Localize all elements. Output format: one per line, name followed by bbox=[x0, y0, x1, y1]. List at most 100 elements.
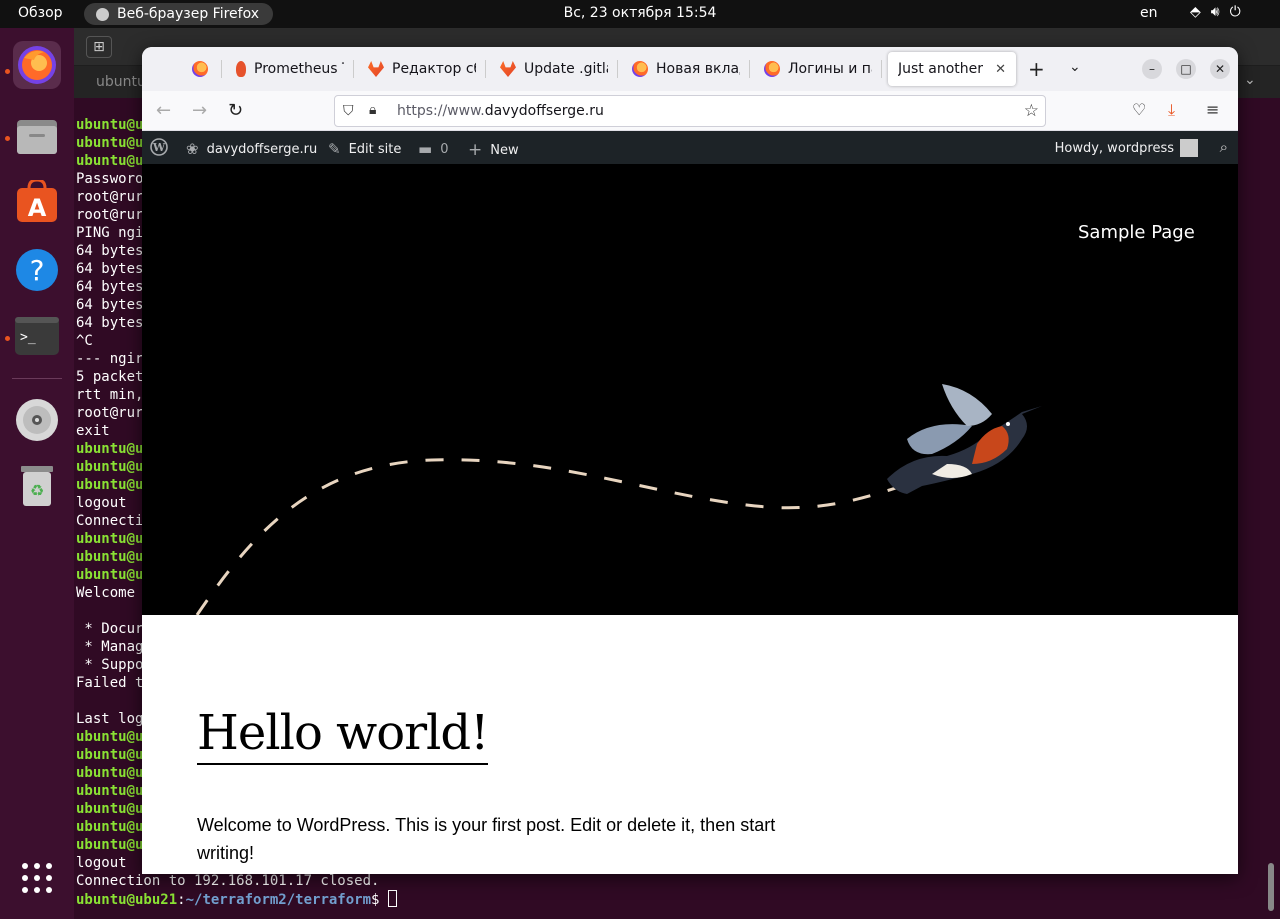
bird-icon bbox=[887, 384, 1042, 494]
wp-comments-count: 0 bbox=[440, 141, 449, 157]
svg-text:>_: >_ bbox=[20, 330, 36, 345]
pocket-icon[interactable]: ♡ bbox=[1132, 100, 1146, 119]
gitlab-favicon-icon bbox=[500, 61, 516, 77]
terminal-tab[interactable]: ubuntu bbox=[96, 74, 146, 90]
terminal-cursor bbox=[387, 890, 397, 907]
browser-tab[interactable]: Update .gitlal bbox=[490, 52, 618, 86]
tab-close-icon[interactable]: ✕ bbox=[995, 62, 1006, 77]
disc-icon bbox=[16, 399, 58, 441]
running-indicator bbox=[5, 136, 10, 141]
volume-icon: 🔊︎ bbox=[1210, 4, 1220, 20]
dock-help[interactable]: ? bbox=[13, 246, 61, 294]
hero-illustration bbox=[195, 384, 1042, 615]
files-icon bbox=[17, 120, 57, 154]
tab-title: Логины и пар bbox=[788, 61, 872, 77]
apps-grid-icon bbox=[22, 863, 52, 893]
wp-site-link[interactable]: ❀ davydoffserge.ru bbox=[186, 140, 317, 158]
search-icon[interactable]: ⌕ bbox=[1220, 138, 1228, 156]
prompt-path: ~/terraform2/terraform bbox=[185, 892, 372, 908]
tab-separator bbox=[749, 60, 750, 78]
back-button[interactable]: ← bbox=[156, 100, 171, 121]
minimize-button[interactable]: – bbox=[1142, 59, 1162, 79]
wp-edit-site[interactable]: ✎ Edit site bbox=[328, 140, 401, 158]
wordpress-icon: W bbox=[150, 138, 168, 156]
tab-title: Just another W bbox=[898, 61, 987, 77]
browser-tab[interactable]: Prometheus T bbox=[226, 52, 354, 86]
network-icon: ⬘ bbox=[1190, 4, 1201, 20]
dock-firefox[interactable] bbox=[13, 41, 61, 89]
browser-tab[interactable]: Редактор сбо bbox=[358, 52, 486, 86]
close-button[interactable]: ✕ bbox=[1210, 59, 1230, 79]
post-body: Welcome to WordPress. This is your first… bbox=[197, 815, 776, 863]
firefox-favicon-icon bbox=[764, 61, 780, 77]
svg-text:A: A bbox=[28, 194, 47, 222]
system-tray[interactable]: ⬘ 🔊︎ ⏻ bbox=[1190, 4, 1241, 20]
list-all-tabs-button[interactable]: ⌄ bbox=[1069, 59, 1081, 75]
firefox-favicon-icon bbox=[632, 61, 648, 77]
wp-logo-button[interactable]: W bbox=[150, 138, 168, 156]
wp-account-menu[interactable]: Howdy, wordpress bbox=[1055, 139, 1198, 157]
menu-icon[interactable]: ≡ bbox=[1206, 100, 1219, 119]
dock-files[interactable] bbox=[13, 112, 61, 160]
dock-software[interactable]: A bbox=[13, 178, 61, 226]
firefox-tabbar: Prometheus T Редактор сбо Update .gitlal Но… bbox=[142, 47, 1238, 91]
firefox-favicon-icon bbox=[192, 61, 208, 77]
bookmark-star-icon[interactable]: ☆ bbox=[1024, 101, 1039, 121]
svg-text:W: W bbox=[152, 141, 166, 154]
tab-separator bbox=[617, 60, 618, 78]
prompt-colon: : bbox=[177, 892, 186, 908]
lock-icon[interactable]: 🔒︎ bbox=[369, 102, 376, 118]
tracking-shield-icon[interactable]: ⛉ bbox=[343, 103, 354, 119]
post-title[interactable]: Hello world! bbox=[197, 703, 489, 765]
wp-site-name: davydoffserge.ru bbox=[206, 141, 318, 157]
gitlab-favicon-icon bbox=[368, 61, 384, 77]
dock-trash[interactable]: ♻ bbox=[13, 462, 61, 510]
browser-tab[interactable] bbox=[182, 52, 222, 86]
keyboard-layout[interactable]: en bbox=[1140, 5, 1158, 21]
dock-disc[interactable] bbox=[13, 396, 61, 444]
dock-separator bbox=[12, 378, 62, 379]
dock: A ? >_ ♻ bbox=[0, 28, 74, 919]
power-icon: ⏻ bbox=[1229, 4, 1241, 20]
prometheus-favicon-icon bbox=[236, 61, 246, 77]
tab-separator bbox=[353, 60, 354, 78]
prompt-user: ubuntu@ubu21 bbox=[76, 892, 178, 908]
firefox-icon bbox=[18, 46, 56, 84]
terminal-line: Connection to 192.168.101.17 closed. bbox=[76, 873, 380, 889]
site-header: Sample Page bbox=[142, 164, 1238, 615]
browser-tab[interactable]: Just another W ✕ bbox=[888, 52, 1016, 86]
url-text[interactable]: https://www.davydoffserge.ru bbox=[397, 103, 604, 119]
dock-show-apps[interactable] bbox=[13, 854, 61, 902]
dock-terminal[interactable]: >_ bbox=[13, 312, 61, 360]
tab-title: Новая вклад bbox=[656, 61, 740, 77]
forward-button[interactable]: → bbox=[192, 100, 207, 121]
svg-text:?: ? bbox=[30, 254, 45, 287]
downloads-icon[interactable]: ⤓ bbox=[1168, 100, 1175, 120]
wp-comments[interactable]: ▬ 0 bbox=[418, 140, 448, 158]
maximize-button[interactable]: □ bbox=[1176, 59, 1196, 79]
clock[interactable]: Вс, 23 октября 15:54 bbox=[0, 5, 1280, 21]
svg-text:♻: ♻ bbox=[30, 481, 44, 500]
avatar bbox=[1180, 139, 1198, 157]
software-icon: A bbox=[17, 180, 57, 222]
top-panel: Обзор Веб-браузер Firefox Вс, 23 октября… bbox=[0, 0, 1280, 28]
trash-icon: ♻ bbox=[21, 466, 53, 506]
tab-title: Update .gitlal bbox=[524, 61, 608, 77]
running-indicator bbox=[5, 69, 10, 74]
url-bar[interactable]: ⛉ 🔒︎ https://www.davydoffserge.ru ☆ bbox=[334, 95, 1046, 127]
flight-path bbox=[195, 458, 903, 615]
new-tab-button[interactable]: + bbox=[1028, 57, 1045, 81]
chevron-down-icon[interactable]: ⌄ bbox=[1244, 72, 1256, 88]
terminal-scrollbar[interactable] bbox=[1268, 863, 1274, 911]
browser-tab[interactable]: Новая вклад bbox=[622, 52, 750, 86]
tab-separator bbox=[485, 60, 486, 78]
browser-tab[interactable]: Логины и пар bbox=[754, 52, 882, 86]
tab-separator bbox=[881, 60, 882, 78]
help-icon: ? bbox=[16, 249, 58, 291]
terminal-prompt-line: ubuntu@ubu21:~/terraform2/terraform$ bbox=[76, 890, 397, 909]
wp-new[interactable]: + New bbox=[468, 140, 519, 160]
tab-title: Редактор сбо bbox=[392, 61, 476, 77]
reload-button[interactable]: ↻ bbox=[228, 100, 243, 121]
terminal-icon: >_ bbox=[15, 317, 59, 355]
new-tab-button[interactable]: ⊞ bbox=[86, 36, 112, 58]
